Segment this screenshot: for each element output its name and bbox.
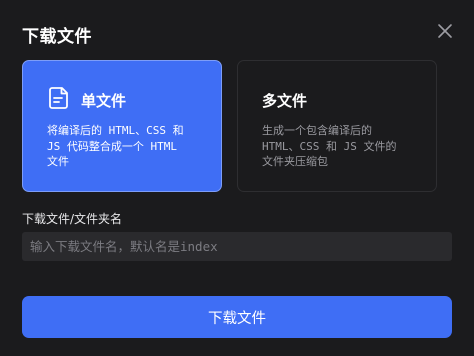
close-icon[interactable] bbox=[436, 22, 454, 40]
option-single-description: 将编译后的 HTML、CSS 和 JS 代码整合成一个 HTML 文件 bbox=[47, 124, 184, 168]
option-multi-title: 多文件 bbox=[262, 92, 308, 110]
dialog-title: 下载文件 bbox=[22, 27, 92, 47]
filename-label: 下载文件/文件夹名 bbox=[22, 212, 123, 226]
option-multi-file[interactable]: 多文件 生成一个包含编译后的 HTML、CSS 和 JS 文件的 文件夹压缩包 bbox=[237, 60, 437, 192]
option-multi-description: 生成一个包含编译后的 HTML、CSS 和 JS 文件的 文件夹压缩包 bbox=[262, 124, 397, 168]
option-single-title: 单文件 bbox=[81, 92, 127, 110]
file-icon bbox=[46, 85, 72, 111]
filename-input[interactable] bbox=[22, 232, 452, 261]
download-button[interactable]: 下载文件 bbox=[22, 296, 452, 338]
option-single-file[interactable]: 单文件 将编译后的 HTML、CSS 和 JS 代码整合成一个 HTML 文件 bbox=[22, 60, 222, 192]
download-dialog: 下载文件 单文件 将编译后的 HTML、CSS 和 JS 代码整合成一个 HTM… bbox=[0, 0, 474, 356]
